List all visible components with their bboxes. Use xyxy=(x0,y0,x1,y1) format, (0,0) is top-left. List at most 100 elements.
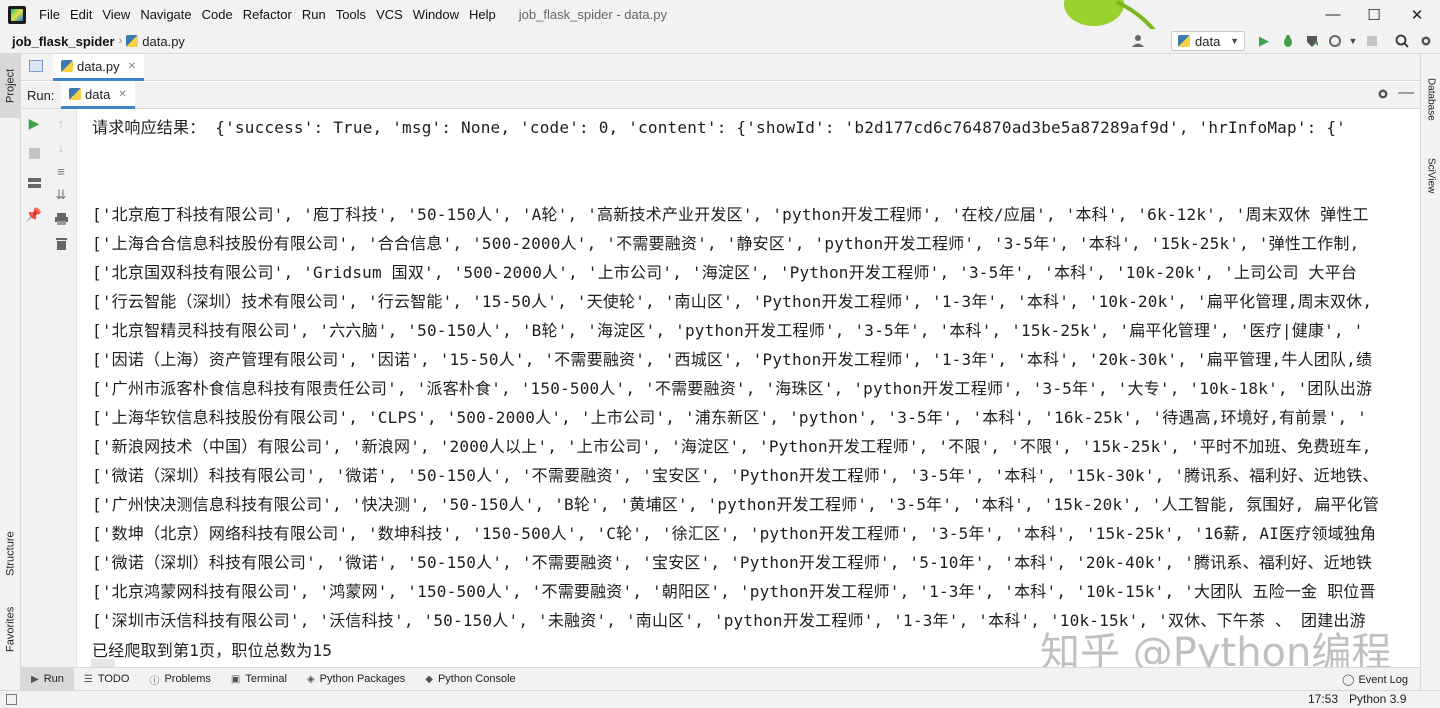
structure-tool-tab[interactable]: Structure xyxy=(0,514,21,594)
event-log-label: Event Log xyxy=(1358,673,1408,686)
maximize-button[interactable]: ☐ xyxy=(1351,0,1397,29)
run-settings-gear-icon[interactable] xyxy=(1376,87,1392,103)
run-tool-icon: ▶ xyxy=(31,673,39,685)
editor-tab-bar: data.py ✕ xyxy=(21,54,1420,81)
print-icon[interactable] xyxy=(53,211,69,227)
status-time: 17:53 xyxy=(1308,692,1339,706)
python-packages-tool-label: Python Packages xyxy=(319,673,406,685)
toggle-tool-windows-icon[interactable] xyxy=(6,694,17,705)
python-file-icon xyxy=(126,35,139,47)
stop-run-icon[interactable] xyxy=(26,145,42,161)
python-config-icon xyxy=(1178,35,1190,47)
run-configuration-label: data xyxy=(1195,33,1221,49)
python-console-tool-label: Python Console xyxy=(437,673,516,685)
user-icon[interactable] xyxy=(1130,33,1146,49)
project-tool-tab[interactable]: Project xyxy=(0,54,21,118)
favorites-tool-tab[interactable]: Favorites xyxy=(0,594,21,664)
event-log-tool-tab[interactable]: ◯ Event Log xyxy=(1342,668,1408,691)
problems-info-icon: ⓘ xyxy=(149,675,160,687)
menu-help[interactable]: Help xyxy=(464,0,501,29)
problems-tool-tab[interactable]: ⓘ Problems xyxy=(139,668,220,691)
hide-panel-icon[interactable]: — xyxy=(1398,84,1414,102)
menu-code[interactable]: Code xyxy=(197,0,238,29)
more-run-chevron-icon[interactable]: ▼ xyxy=(1345,33,1361,49)
menu-refactor[interactable]: Refactor xyxy=(238,0,297,29)
run-configuration-select[interactable]: data ▼ xyxy=(1171,31,1245,51)
close-run-tab-icon[interactable]: ✕ xyxy=(118,89,126,100)
scroll-up-icon[interactable]: ↑ xyxy=(53,115,69,131)
close-tab-icon[interactable]: ✕ xyxy=(128,61,136,72)
status-interpreter[interactable]: Python 3.9 xyxy=(1349,692,1406,706)
menu-window[interactable]: Window xyxy=(408,0,464,29)
run-window-header: Run: data ✕ — xyxy=(21,82,1420,109)
breadcrumb-project[interactable]: job_flask_spider xyxy=(12,34,115,49)
run-side-toolbar: ▶ ↑ ↓ ≡ ⇊ 📌 xyxy=(21,109,77,667)
console-line: ['广州市派客朴食信息科技有限责任公司', '派客朴食', '150-500人'… xyxy=(92,379,1373,398)
console-line: ['微诺（深圳）科技有限公司', '微诺', '50-150人', '不需要融资… xyxy=(92,553,1373,572)
console-line: ['微诺（深圳）科技有限公司', '微诺', '50-150人', '不需要融资… xyxy=(92,466,1379,485)
python-file-icon xyxy=(61,60,73,72)
console-line: ['行云智能（深圳）技术有限公司', '行云智能', '15-50人', '天使… xyxy=(92,292,1373,311)
run-icon[interactable]: ▶ xyxy=(1256,33,1272,49)
console-line: ['北京国双科技有限公司', 'Gridsum 国双', '500-2000人'… xyxy=(92,263,1358,282)
console-output[interactable]: 请求响应结果： {'success': True, 'msg': None, '… xyxy=(77,109,1420,667)
python-console-icon: ◆ xyxy=(425,673,433,685)
pycharm-logo-icon xyxy=(8,5,26,24)
python-packages-tool-tab[interactable]: ◈ Python Packages xyxy=(297,668,415,691)
menu-vcs[interactable]: VCS xyxy=(371,0,408,29)
console-line: ['北京鸿蒙网科技有限公司', '鸿蒙网', '150-500人', '不需要融… xyxy=(92,582,1376,601)
profile-icon[interactable] xyxy=(1327,33,1343,49)
todo-tool-label: TODO xyxy=(97,673,130,685)
editor-tab-data-py[interactable]: data.py ✕ xyxy=(53,54,145,81)
breadcrumb-file-label: data.py xyxy=(142,33,185,49)
menu-bar: File Edit View Navigate Code Refactor Ru… xyxy=(0,0,1440,34)
menu-tools[interactable]: Tools xyxy=(331,0,371,29)
soft-wrap-icon[interactable]: ≡ xyxy=(53,163,69,179)
scroll-down-icon[interactable]: ↓ xyxy=(53,139,69,155)
todo-tool-tab[interactable]: ☰ TODO xyxy=(74,668,140,691)
console-line: ['上海合合信息科技股份有限公司', '合合信息', '500-2000人', … xyxy=(92,234,1360,253)
console-response-line: 请求响应结果： {'success': True, 'msg': None, '… xyxy=(92,118,1347,137)
coverage-icon[interactable] xyxy=(1304,33,1320,49)
terminal-tool-tab[interactable]: ▣ Terminal xyxy=(221,668,297,691)
run-tab-data[interactable]: data ✕ xyxy=(61,82,135,109)
status-bar: 17:53 Python 3.9 xyxy=(0,690,1440,708)
menu-file[interactable]: File xyxy=(34,0,65,29)
console-line: ['上海华钦信息科技股份有限公司', 'CLPS', '500-2000人', … xyxy=(92,408,1367,427)
console-line: ['北京智精灵科技有限公司', '六六脑', '50-150人', 'B轮', … xyxy=(92,321,1364,340)
left-tool-strip: Project Structure Favorites xyxy=(0,54,21,690)
close-button[interactable]: ✕ xyxy=(1394,0,1440,29)
console-line: ['北京庖丁科技有限公司', '庖丁科技', '50-150人', 'A轮', … xyxy=(92,205,1369,224)
pin-tab-icon[interactable]: 📌 xyxy=(26,207,42,223)
run-tool-tab[interactable]: ▶ Run xyxy=(21,667,74,691)
settings-gear-icon[interactable] xyxy=(1418,33,1434,49)
minimize-button[interactable]: — xyxy=(1310,0,1356,29)
window-title: job_flask_spider - data.py xyxy=(518,7,667,22)
right-tool-strip: Database SciView xyxy=(1420,54,1440,690)
clear-all-trash-icon[interactable] xyxy=(53,235,69,251)
database-tool-tab[interactable]: Database xyxy=(1421,64,1440,134)
python-console-tool-tab[interactable]: ◆ Python Console xyxy=(415,668,525,691)
breadcrumb-file[interactable]: data.py xyxy=(126,34,185,49)
menu-edit[interactable]: Edit xyxy=(65,0,97,29)
console-line: ['新浪网技术（中国）有限公司', '新浪网', '2000人以上', '上市公… xyxy=(92,437,1372,456)
console-summary-line: 已经爬取到第1页，职位总数为15 xyxy=(92,641,333,660)
sciview-tool-tab[interactable]: SciView xyxy=(1421,146,1440,206)
scroll-to-end-icon[interactable]: ⇊ xyxy=(53,187,69,203)
menu-navigate[interactable]: Navigate xyxy=(135,0,196,29)
menu-view[interactable]: View xyxy=(97,0,135,29)
search-icon[interactable] xyxy=(1394,33,1410,49)
run-tool-label: Run xyxy=(43,673,64,685)
rerun-icon[interactable]: ▶ xyxy=(26,115,42,131)
stop-icon[interactable] xyxy=(1364,33,1380,49)
event-log-icon: ◯ xyxy=(1342,674,1355,686)
todo-list-icon: ☰ xyxy=(83,673,93,685)
navigation-bar: job_flask_spider › data.py data ▼ ▶ ▼ xyxy=(0,29,1440,54)
layout-icon[interactable] xyxy=(26,175,42,191)
input-caret-line[interactable] xyxy=(91,659,115,667)
split-view-icon[interactable] xyxy=(29,60,43,72)
bottom-tool-tabs: ▶ Run ☰ TODO ⓘ Problems ▣ Terminal ◈ Pyt… xyxy=(21,667,1420,691)
menu-run[interactable]: Run xyxy=(297,0,331,29)
console-line: ['因诺（上海）资产管理有限公司', '因诺', '15-50人', '不需要融… xyxy=(92,350,1373,369)
debug-icon[interactable] xyxy=(1280,33,1296,49)
